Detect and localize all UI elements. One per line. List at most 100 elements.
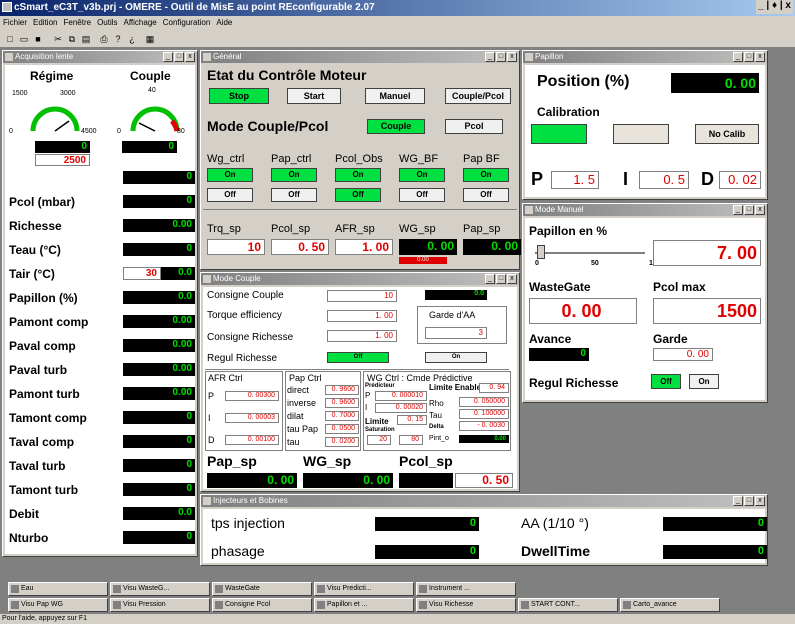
i-value[interactable]: 0. 5 bbox=[639, 171, 689, 189]
couple-regul-off-button[interactable]: Off bbox=[327, 352, 389, 363]
minimized-window[interactable]: WasteGate bbox=[212, 582, 312, 596]
gen-col-on-button[interactable]: On bbox=[207, 168, 253, 182]
close-icon[interactable]: x bbox=[755, 52, 765, 62]
calibration-green-button[interactable] bbox=[531, 124, 587, 144]
couple-pcol-button[interactable]: Couple/Pcol bbox=[445, 88, 511, 104]
open-folder-icon[interactable]: ▭ bbox=[18, 33, 30, 45]
torque-eff-value[interactable]: 1. 00 bbox=[327, 310, 397, 322]
manuel-button[interactable]: Manuel bbox=[365, 88, 425, 104]
close-icon[interactable]: x bbox=[185, 52, 195, 62]
gen-col-on-button[interactable]: On bbox=[271, 168, 317, 182]
garde-aa-value[interactable]: 3 bbox=[425, 327, 487, 339]
minimized-window[interactable]: Visu Richesse bbox=[416, 598, 516, 612]
menu-affichage[interactable]: Affichage bbox=[124, 16, 157, 30]
consigne-richesse-value[interactable]: 1. 00 bbox=[327, 330, 397, 342]
gen-col-off-button[interactable]: Off bbox=[399, 188, 445, 202]
wastegate-value[interactable]: 0. 00 bbox=[529, 298, 637, 324]
minimize-icon[interactable]: _ bbox=[163, 52, 173, 62]
cut-icon[interactable]: ✂ bbox=[52, 33, 64, 45]
minimized-window[interactable]: Visu WasteG... bbox=[110, 582, 210, 596]
gen-sp-value[interactable]: 10 bbox=[207, 239, 265, 255]
no-calib-button[interactable]: No Calib bbox=[695, 124, 759, 144]
couple-pcol-sp-value[interactable]: 0. 50 bbox=[455, 473, 513, 488]
gen-col-off-button[interactable]: Off bbox=[271, 188, 317, 202]
maximize-icon[interactable]: □ bbox=[174, 52, 184, 62]
config-icon[interactable]: ▦ bbox=[144, 33, 156, 45]
maximize-icon[interactable]: □ bbox=[496, 274, 506, 284]
close-icon[interactable]: x bbox=[755, 205, 765, 215]
manuel-regul-on-button[interactable]: On bbox=[689, 374, 719, 389]
wg-delta-value[interactable]: - 0. 0030 bbox=[459, 421, 509, 431]
mode-couple-button[interactable]: Couple bbox=[367, 119, 425, 134]
manuel-regul-off-button[interactable]: Off bbox=[651, 374, 681, 389]
maximize-icon[interactable]: □ bbox=[744, 205, 754, 215]
wg-limite-value[interactable]: 0. 15 bbox=[397, 415, 427, 425]
pap-row-value[interactable]: 0. 0200 bbox=[325, 437, 359, 447]
minimized-window[interactable]: Consigne Pcol bbox=[212, 598, 312, 612]
wg-p-value[interactable]: 0. 000010 bbox=[375, 391, 427, 401]
menu-outils[interactable]: Outils bbox=[97, 16, 117, 30]
minimized-window[interactable]: START CONT... bbox=[518, 598, 618, 612]
maximize-icon[interactable]: □ bbox=[744, 496, 754, 506]
afr-row-value[interactable]: 0. 00100 bbox=[225, 435, 279, 445]
context-help-icon[interactable]: ¿ bbox=[126, 33, 138, 45]
help-icon[interactable]: ? bbox=[112, 33, 124, 45]
gen-col-off-button[interactable]: Off bbox=[335, 188, 381, 202]
afr-row-value[interactable]: 0. 00300 bbox=[225, 391, 279, 401]
gen-col-on-button[interactable]: On bbox=[335, 168, 381, 182]
minimized-window[interactable]: Visu Pap WG bbox=[8, 598, 108, 612]
minimize-icon[interactable]: _ bbox=[733, 205, 743, 215]
pcolmax-value[interactable]: 1500 bbox=[653, 298, 761, 324]
gen-col-off-button[interactable]: Off bbox=[463, 188, 509, 202]
gen-sp-value[interactable]: 1. 00 bbox=[335, 239, 393, 255]
minimized-window[interactable]: Eau bbox=[8, 582, 108, 596]
wg-limenable-value[interactable]: 0. 94 bbox=[479, 383, 509, 393]
stop-button[interactable]: Stop bbox=[209, 88, 269, 104]
gen-col-on-button[interactable]: On bbox=[399, 168, 445, 182]
d-value[interactable]: 0. 02 bbox=[719, 171, 761, 189]
minimized-window[interactable]: Instrument ... bbox=[416, 582, 516, 596]
pap-row-value[interactable]: 0. 9600 bbox=[325, 385, 359, 395]
wg-sat-min[interactable]: 20 bbox=[367, 435, 391, 445]
pap-row-value[interactable]: 0. 0500 bbox=[325, 424, 359, 434]
gen-col-on-button[interactable]: On bbox=[463, 168, 509, 182]
minimized-window[interactable]: Visu Pression bbox=[110, 598, 210, 612]
mode-pcol-button[interactable]: Pcol bbox=[445, 119, 503, 134]
pap-row-value[interactable]: 0. 7000 bbox=[325, 411, 359, 421]
close-icon[interactable]: x bbox=[507, 274, 517, 284]
maximize-icon[interactable]: □ bbox=[744, 52, 754, 62]
minimize-icon[interactable]: _ bbox=[485, 52, 495, 62]
papillon-pct-value[interactable]: 7. 00 bbox=[653, 240, 761, 266]
garde-value[interactable]: 0. 00 bbox=[653, 348, 713, 361]
wg-i-value[interactable]: 0. 00020 bbox=[375, 403, 427, 413]
minimized-window[interactable]: Papillon et ... bbox=[314, 598, 414, 612]
pap-row-value[interactable]: 0. 9600 bbox=[325, 398, 359, 408]
copy-icon[interactable]: ⧉ bbox=[66, 33, 78, 45]
menu-configuration[interactable]: Configuration bbox=[163, 16, 211, 30]
p-value[interactable]: 1. 5 bbox=[551, 171, 599, 189]
acq-row-extra[interactable]: 30 bbox=[123, 267, 161, 280]
maximize-icon[interactable]: □ bbox=[496, 52, 506, 62]
wg-rho-value[interactable]: 0. 050000 bbox=[459, 397, 509, 407]
minimized-window[interactable]: Carto_avance bbox=[620, 598, 720, 612]
menu-edition[interactable]: Edition bbox=[33, 16, 57, 30]
papillon-slider-handle[interactable] bbox=[537, 245, 545, 259]
minimize-icon[interactable]: _ bbox=[733, 52, 743, 62]
minimized-window[interactable]: Visu Predicti... bbox=[314, 582, 414, 596]
consigne-couple-value[interactable]: 10 bbox=[327, 290, 397, 302]
regime-setpoint[interactable]: 2500 bbox=[35, 154, 90, 166]
paste-icon[interactable]: ▤ bbox=[80, 33, 92, 45]
minimize-icon[interactable]: _ bbox=[485, 274, 495, 284]
gen-col-off-button[interactable]: Off bbox=[207, 188, 253, 202]
gen-sp-value[interactable]: 0. 50 bbox=[271, 239, 329, 255]
close-icon[interactable]: x bbox=[755, 496, 765, 506]
wg-sat-max[interactable]: 80 bbox=[399, 435, 423, 445]
menu-fenetre[interactable]: Fenêtre bbox=[63, 16, 91, 30]
calibration-button[interactable] bbox=[613, 124, 669, 144]
wg-tau-value[interactable]: 0. 100000 bbox=[459, 409, 509, 419]
afr-row-value[interactable]: 0. 00003 bbox=[225, 413, 279, 423]
save-icon[interactable]: ■ bbox=[32, 33, 44, 45]
new-file-icon[interactable]: □ bbox=[4, 33, 16, 45]
start-button[interactable]: Start bbox=[287, 88, 341, 104]
print-icon[interactable]: ⎙ bbox=[98, 33, 110, 45]
